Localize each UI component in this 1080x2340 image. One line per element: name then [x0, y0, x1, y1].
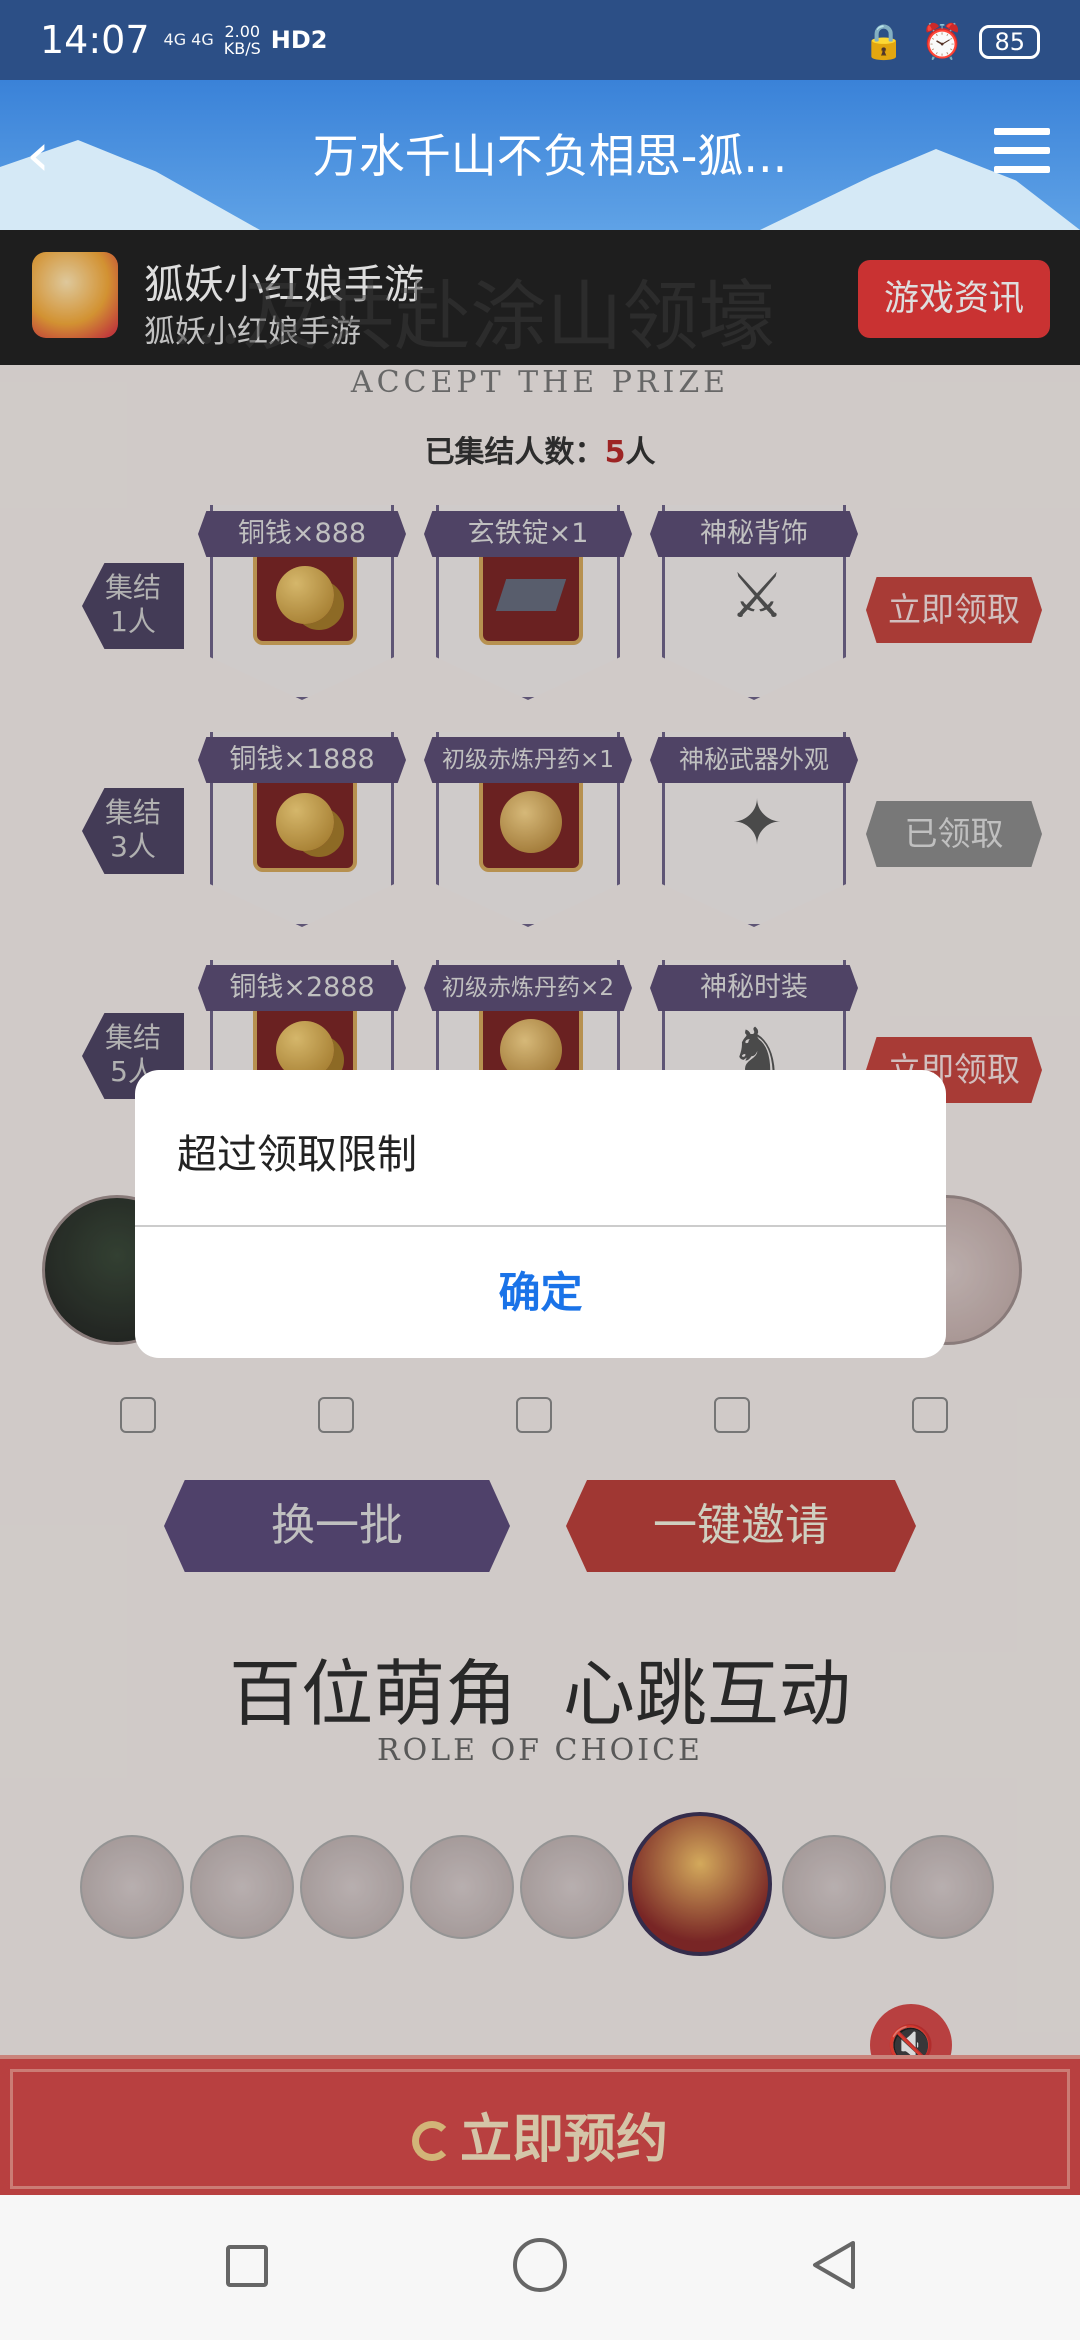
lock-icon: 🔒	[862, 22, 906, 62]
alert-dialog: 超过领取限制 确定	[135, 1070, 946, 1358]
back-button[interactable]: ‹	[26, 120, 50, 190]
status-bar: 14:07 4G 4G 2.00 KB/S HD2 🔒 ⏰ 85	[0, 0, 1080, 80]
battery-icon: 85	[979, 25, 1040, 59]
alarm-icon: ⏰	[921, 22, 964, 62]
page-title: 万水千山不负相思-狐...	[312, 129, 788, 183]
signal-icon: 4G 4G	[163, 30, 214, 49]
network-speed: 2.00 KB/S	[223, 22, 261, 58]
back-nav-button[interactable]	[811, 2239, 857, 2291]
recents-button[interactable]	[226, 2245, 268, 2287]
menu-icon[interactable]	[994, 128, 1050, 185]
system-nav-bar	[0, 2195, 1080, 2340]
hd-icon: HD2	[270, 26, 328, 54]
dialog-message: 超过领取限制	[177, 1132, 417, 1178]
status-time: 14:07	[40, 18, 150, 62]
confirm-button[interactable]: 确定	[135, 1227, 946, 1358]
top-nav-bar: ‹ 万水千山不负相思-狐...	[0, 80, 1080, 230]
home-button[interactable]	[513, 2238, 567, 2292]
